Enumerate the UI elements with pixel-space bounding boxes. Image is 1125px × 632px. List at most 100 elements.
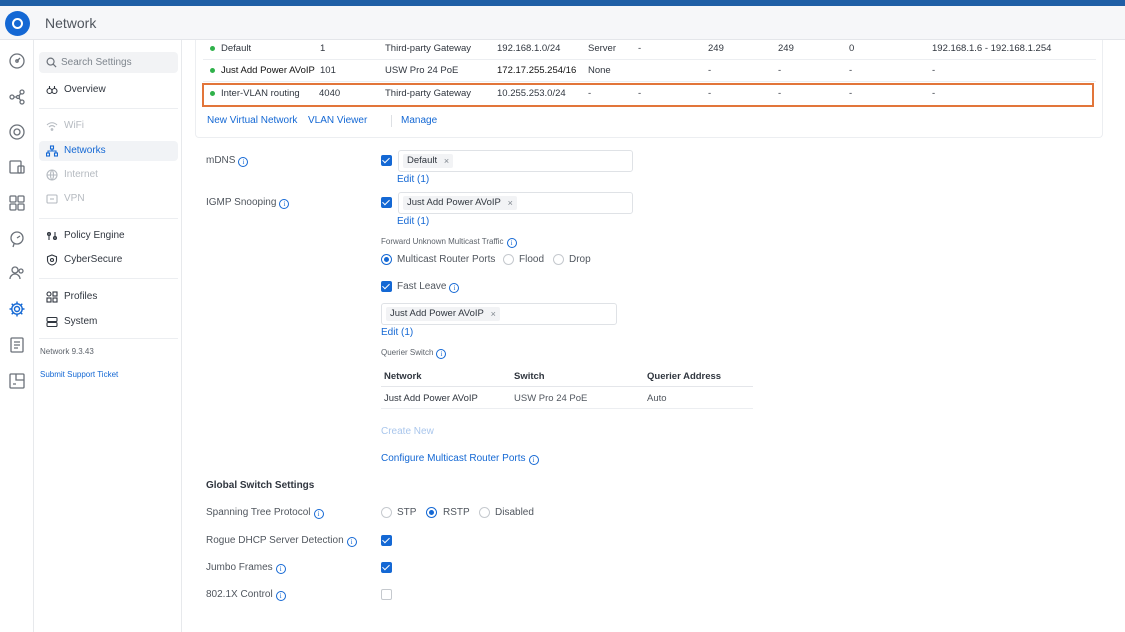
info-icon[interactable]: i xyxy=(279,199,290,209)
sidebar-item-internet[interactable]: Internet xyxy=(39,165,178,185)
network-name: Just Add Power AVoIP xyxy=(221,65,315,76)
table-row[interactable]: Just Add Power AVoIP USW Pro 24 PoE Auto xyxy=(381,387,753,409)
mdns-network-select[interactable]: Default × xyxy=(398,150,633,172)
fast-leave-label: Fast Leave i xyxy=(397,281,460,293)
globe-icon xyxy=(46,169,58,181)
sidebar-item-wifi[interactable]: WiFi xyxy=(39,116,178,136)
overview-icon xyxy=(46,84,58,96)
sidebar-item-label: System xyxy=(64,316,98,327)
multicast-router-ports-radio[interactable] xyxy=(381,254,392,265)
configure-multicast-router-ports-link[interactable]: Configure Multicast Router Ports i xyxy=(381,453,539,465)
info-icon[interactable]: i xyxy=(528,455,539,465)
table-row[interactable]: Default 1 Third-party Gateway 192.168.1.… xyxy=(203,38,1096,60)
fast-leave-checkbox[interactable] xyxy=(381,281,392,292)
router: Third-party Gateway xyxy=(385,43,472,54)
info-icon[interactable]: i xyxy=(275,591,286,601)
column-header: Querier Address xyxy=(647,371,722,382)
mdns-edit-link[interactable]: Edit (1) xyxy=(397,174,429,185)
dot1x-control-checkbox[interactable] xyxy=(381,589,392,600)
sidebar-item-label: Networks xyxy=(64,145,106,156)
new-virtual-network-link[interactable]: New Virtual Network xyxy=(207,115,297,126)
table-cell: - xyxy=(849,88,853,99)
table-row[interactable]: Just Add Power AVoIP 101 USW Pro 24 PoE … xyxy=(203,60,1096,82)
tag-close-icon[interactable]: × xyxy=(444,154,449,168)
tag-close-icon[interactable]: × xyxy=(508,196,513,210)
sidebar-item-overview[interactable]: Overview xyxy=(39,80,178,100)
status-dot xyxy=(210,68,215,73)
fast-leave-network-select[interactable]: Just Add Power AVoIP × xyxy=(381,303,617,325)
network-name: Inter-VLAN routing xyxy=(221,88,300,99)
sidebar-item-profiles[interactable]: Profiles xyxy=(39,287,178,307)
rstp-radio[interactable] xyxy=(426,507,437,518)
radio-label: STP xyxy=(397,507,417,518)
network-tag: Just Add Power AVoIP × xyxy=(386,307,500,321)
info-icon[interactable]: i xyxy=(275,564,286,574)
rogue-dhcp-checkbox[interactable] xyxy=(381,535,392,546)
vlan-viewer-link[interactable]: VLAN Viewer xyxy=(308,115,367,126)
settings-search[interactable] xyxy=(39,52,178,73)
subnet: 172.17.255.254/16 xyxy=(497,65,577,76)
sidebar-item-cybersecure[interactable]: CyberSecure xyxy=(39,250,178,270)
radio-label: Disabled xyxy=(495,507,534,518)
settings-icon[interactable] xyxy=(8,300,26,318)
insights-icon[interactable] xyxy=(8,230,26,248)
sidebar-item-vpn[interactable]: VPN xyxy=(39,189,178,209)
status-dot xyxy=(210,91,215,96)
networks-icon xyxy=(46,145,58,157)
info-icon[interactable]: i xyxy=(449,283,460,293)
info-icon[interactable]: i xyxy=(313,509,324,519)
vpn-icon xyxy=(46,193,58,205)
info-icon[interactable]: i xyxy=(238,157,249,167)
sidebar-item-networks[interactable]: Networks xyxy=(39,141,178,161)
mdns-checkbox[interactable] xyxy=(381,155,392,166)
sidebar-divider xyxy=(39,338,178,339)
sidebar-item-label: VPN xyxy=(64,193,85,204)
table-cell: - xyxy=(708,88,712,99)
search-input[interactable] xyxy=(61,55,171,70)
info-icon[interactable]: i xyxy=(346,537,357,547)
dashboard-icon[interactable] xyxy=(8,52,26,70)
policy-engine-icon xyxy=(46,230,58,242)
stp-radio[interactable] xyxy=(381,507,392,518)
radio-label: Drop xyxy=(569,254,591,265)
users-icon[interactable] xyxy=(8,264,26,282)
sidebar-item-policy-engine[interactable]: Policy Engine xyxy=(39,226,178,246)
ports-icon[interactable] xyxy=(8,194,26,212)
search-icon xyxy=(46,57,57,68)
drop-radio[interactable] xyxy=(553,254,564,265)
status-dot xyxy=(210,46,215,51)
info-icon[interactable]: i xyxy=(506,238,517,248)
support-ticket-link[interactable]: Submit Support Ticket xyxy=(40,370,118,379)
floorplan-icon[interactable] xyxy=(8,372,26,390)
clients-icon[interactable] xyxy=(8,158,26,176)
unifi-logo-icon[interactable] xyxy=(5,11,30,36)
devices-icon[interactable] xyxy=(8,123,26,141)
manage-link[interactable]: Manage xyxy=(401,115,437,126)
table-cell: - xyxy=(638,43,642,54)
fast-leave-edit-link[interactable]: Edit (1) xyxy=(381,327,413,338)
flood-radio[interactable] xyxy=(503,254,514,265)
table-row[interactable]: Inter-VLAN routing 4040 Third-party Gate… xyxy=(203,83,1096,105)
table-cell: 0 xyxy=(849,43,855,54)
igmp-network-select[interactable]: Just Add Power AVoIP × xyxy=(398,192,633,214)
tag-close-icon[interactable]: × xyxy=(491,307,496,321)
subnet: 192.168.1.0/24 xyxy=(497,43,561,54)
dot1x-control-label: 802.1X Control i xyxy=(206,589,286,601)
igmp-snooping-checkbox[interactable] xyxy=(381,197,392,208)
topology-icon[interactable] xyxy=(8,88,26,106)
mdns-label: mDNS i xyxy=(206,155,249,167)
sidebar-item-label: Policy Engine xyxy=(64,230,125,241)
network-tag: Just Add Power AVoIP × xyxy=(403,196,517,210)
disabled-radio[interactable] xyxy=(479,507,490,518)
info-icon[interactable]: i xyxy=(436,349,447,359)
create-new-button[interactable]: Create New xyxy=(381,426,434,437)
jumbo-frames-checkbox[interactable] xyxy=(381,562,392,573)
dhcp-mode: - xyxy=(588,88,592,99)
sidebar-item-system[interactable]: System xyxy=(39,312,178,332)
app-header: Network xyxy=(0,6,1125,40)
logs-icon[interactable] xyxy=(8,336,26,354)
table-cell: - xyxy=(708,65,712,76)
igmp-edit-link[interactable]: Edit (1) xyxy=(397,216,429,227)
dhcp-range: - xyxy=(932,88,936,99)
sidebar-item-label: CyberSecure xyxy=(64,254,123,265)
